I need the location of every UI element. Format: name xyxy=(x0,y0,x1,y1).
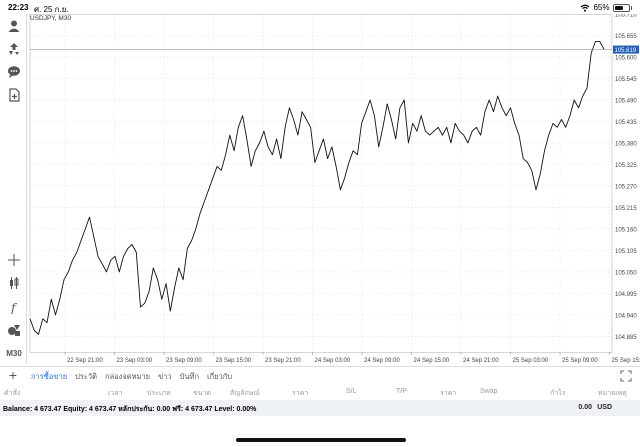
y-tick-label: 105.380 xyxy=(615,141,637,147)
x-tick-label: 25 Sep 03:00 xyxy=(513,358,549,364)
candlestick-icon[interactable] xyxy=(3,274,24,292)
x-tick-label: 23 Sep 03:00 xyxy=(117,358,153,364)
function-f-icon[interactable]: f xyxy=(3,298,24,316)
x-tick-label: 22 Sep 21:00 xyxy=(67,358,103,364)
balance-bar: Balance: 4 673.47 Equity: 4 673.47 หลักป… xyxy=(0,400,640,416)
objects-icon[interactable] xyxy=(3,321,24,339)
wifi-icon xyxy=(581,4,590,12)
y-tick-label: 105.600 xyxy=(615,55,637,61)
x-tick-label: 25 Sep 15:00 xyxy=(612,358,640,364)
chat-bubble-icon[interactable] xyxy=(3,63,24,81)
x-tick-label: 23 Sep 15:00 xyxy=(216,358,252,364)
column-header: เวลา xyxy=(108,390,123,397)
x-tick-label: 24 Sep 21:00 xyxy=(463,358,499,364)
status-bar: 22:23 ศ. 25 ก.ย. 65% xyxy=(0,0,640,14)
column-header: ขนาด xyxy=(193,390,212,397)
y-tick-label: 105.545 xyxy=(615,77,637,83)
current-price-label: 105.619 xyxy=(615,48,637,54)
balance-summary: Balance: 4 673.47 Equity: 4 673.47 หลักป… xyxy=(3,406,257,413)
person-icon[interactable] xyxy=(3,17,24,35)
expand-icon[interactable] xyxy=(620,370,632,382)
tab-mailbox[interactable]: กล่องจดหมาย xyxy=(105,371,150,383)
status-right: 65% xyxy=(580,3,632,12)
y-tick-label: 105.050 xyxy=(615,270,637,276)
column-header: หมายเหตุ xyxy=(598,390,627,397)
battery-tip xyxy=(630,5,632,10)
y-tick-label: 105.325 xyxy=(615,163,637,169)
crosshair-icon[interactable] xyxy=(3,251,24,269)
status-time: 22:23 xyxy=(8,3,29,12)
tab-history[interactable]: ประวัติ xyxy=(75,371,97,383)
battery-level xyxy=(614,5,623,10)
y-tick-label: 105.435 xyxy=(615,120,637,126)
svg-text:f: f xyxy=(10,301,18,314)
timeframe-label[interactable]: M30 xyxy=(3,349,25,358)
x-tick-label: 25 Sep 09:00 xyxy=(562,358,598,364)
tab-journal[interactable]: บันทึก xyxy=(180,371,199,383)
column-header: ประเภท xyxy=(147,390,171,397)
column-header: S/L xyxy=(346,388,357,395)
chart-svg[interactable]: 105.710 105.655 105.600 105.545 105.490 105.4… xyxy=(27,14,640,366)
column-header: T/P xyxy=(396,388,407,395)
app-root: 22:23 ศ. 25 ก.ย. 65% f M30 105.710 105.6… xyxy=(0,0,640,447)
tab-about[interactable]: เกี่ยวกับ xyxy=(207,371,232,383)
document-plus-icon[interactable] xyxy=(3,86,24,104)
x-tick-label: 24 Sep 03:00 xyxy=(315,358,351,364)
trade-arrows-icon[interactable] xyxy=(3,40,24,58)
terminal-column-headers: คำสั่ง เวลา ประเภท ขนาด สัญลักษณ์ ราคา S… xyxy=(0,385,640,399)
y-tick-label: 104.885 xyxy=(615,335,637,341)
x-tick-label: 24 Sep 15:00 xyxy=(414,358,450,364)
price-line xyxy=(29,40,605,335)
y-tick-label: 105.270 xyxy=(615,184,637,190)
column-header: กำไร xyxy=(550,390,566,397)
y-tick-label: 105.160 xyxy=(615,227,637,233)
plus-icon[interactable]: + xyxy=(6,368,20,383)
column-header: ราคา xyxy=(440,390,457,397)
terminal-tab-bar: + การซื้อขาย ประวัติ กล่องจดหมาย ข่าว บั… xyxy=(0,366,640,384)
chart-plot-border xyxy=(29,14,613,353)
battery-icon xyxy=(612,3,630,12)
y-tick-label: 105.655 xyxy=(615,34,637,40)
price-chart[interactable]: 105.710 105.655 105.600 105.545 105.490 105.4… xyxy=(27,14,640,366)
y-tick-label: 104.995 xyxy=(615,292,637,298)
column-header: สัญลักษณ์ xyxy=(230,390,260,397)
x-tick-label: 23 Sep 09:00 xyxy=(166,358,202,364)
x-tick-label: 23 Sep 21:00 xyxy=(265,358,301,364)
profit-value: 0.00 xyxy=(578,404,592,411)
y-tick-label: 105.710 xyxy=(615,14,637,19)
currency-label: USD xyxy=(597,404,612,411)
column-header: คำสั่ง xyxy=(4,390,21,397)
column-header: ราคา xyxy=(292,390,309,397)
y-tick-label: 104.940 xyxy=(615,313,637,319)
home-indicator[interactable] xyxy=(236,438,406,442)
tab-trade[interactable]: การซื้อขาย xyxy=(31,371,67,383)
column-header: Swap xyxy=(480,388,498,395)
y-tick-label: 105.490 xyxy=(615,98,637,104)
y-tick-label: 105.105 xyxy=(615,249,637,255)
tab-news[interactable]: ข่าว xyxy=(158,371,172,383)
chart-symbol-label: USDJPY, M30 xyxy=(30,15,72,22)
battery-percent: 65% xyxy=(593,3,610,12)
y-tick-label: 105.215 xyxy=(615,206,637,212)
x-tick-label: 24 Sep 09:00 xyxy=(364,358,400,364)
left-toolbar: f M30 xyxy=(0,14,27,364)
terminal-tabs: การซื้อขาย ประวัติ กล่องจดหมาย ข่าว บันท… xyxy=(31,371,232,383)
